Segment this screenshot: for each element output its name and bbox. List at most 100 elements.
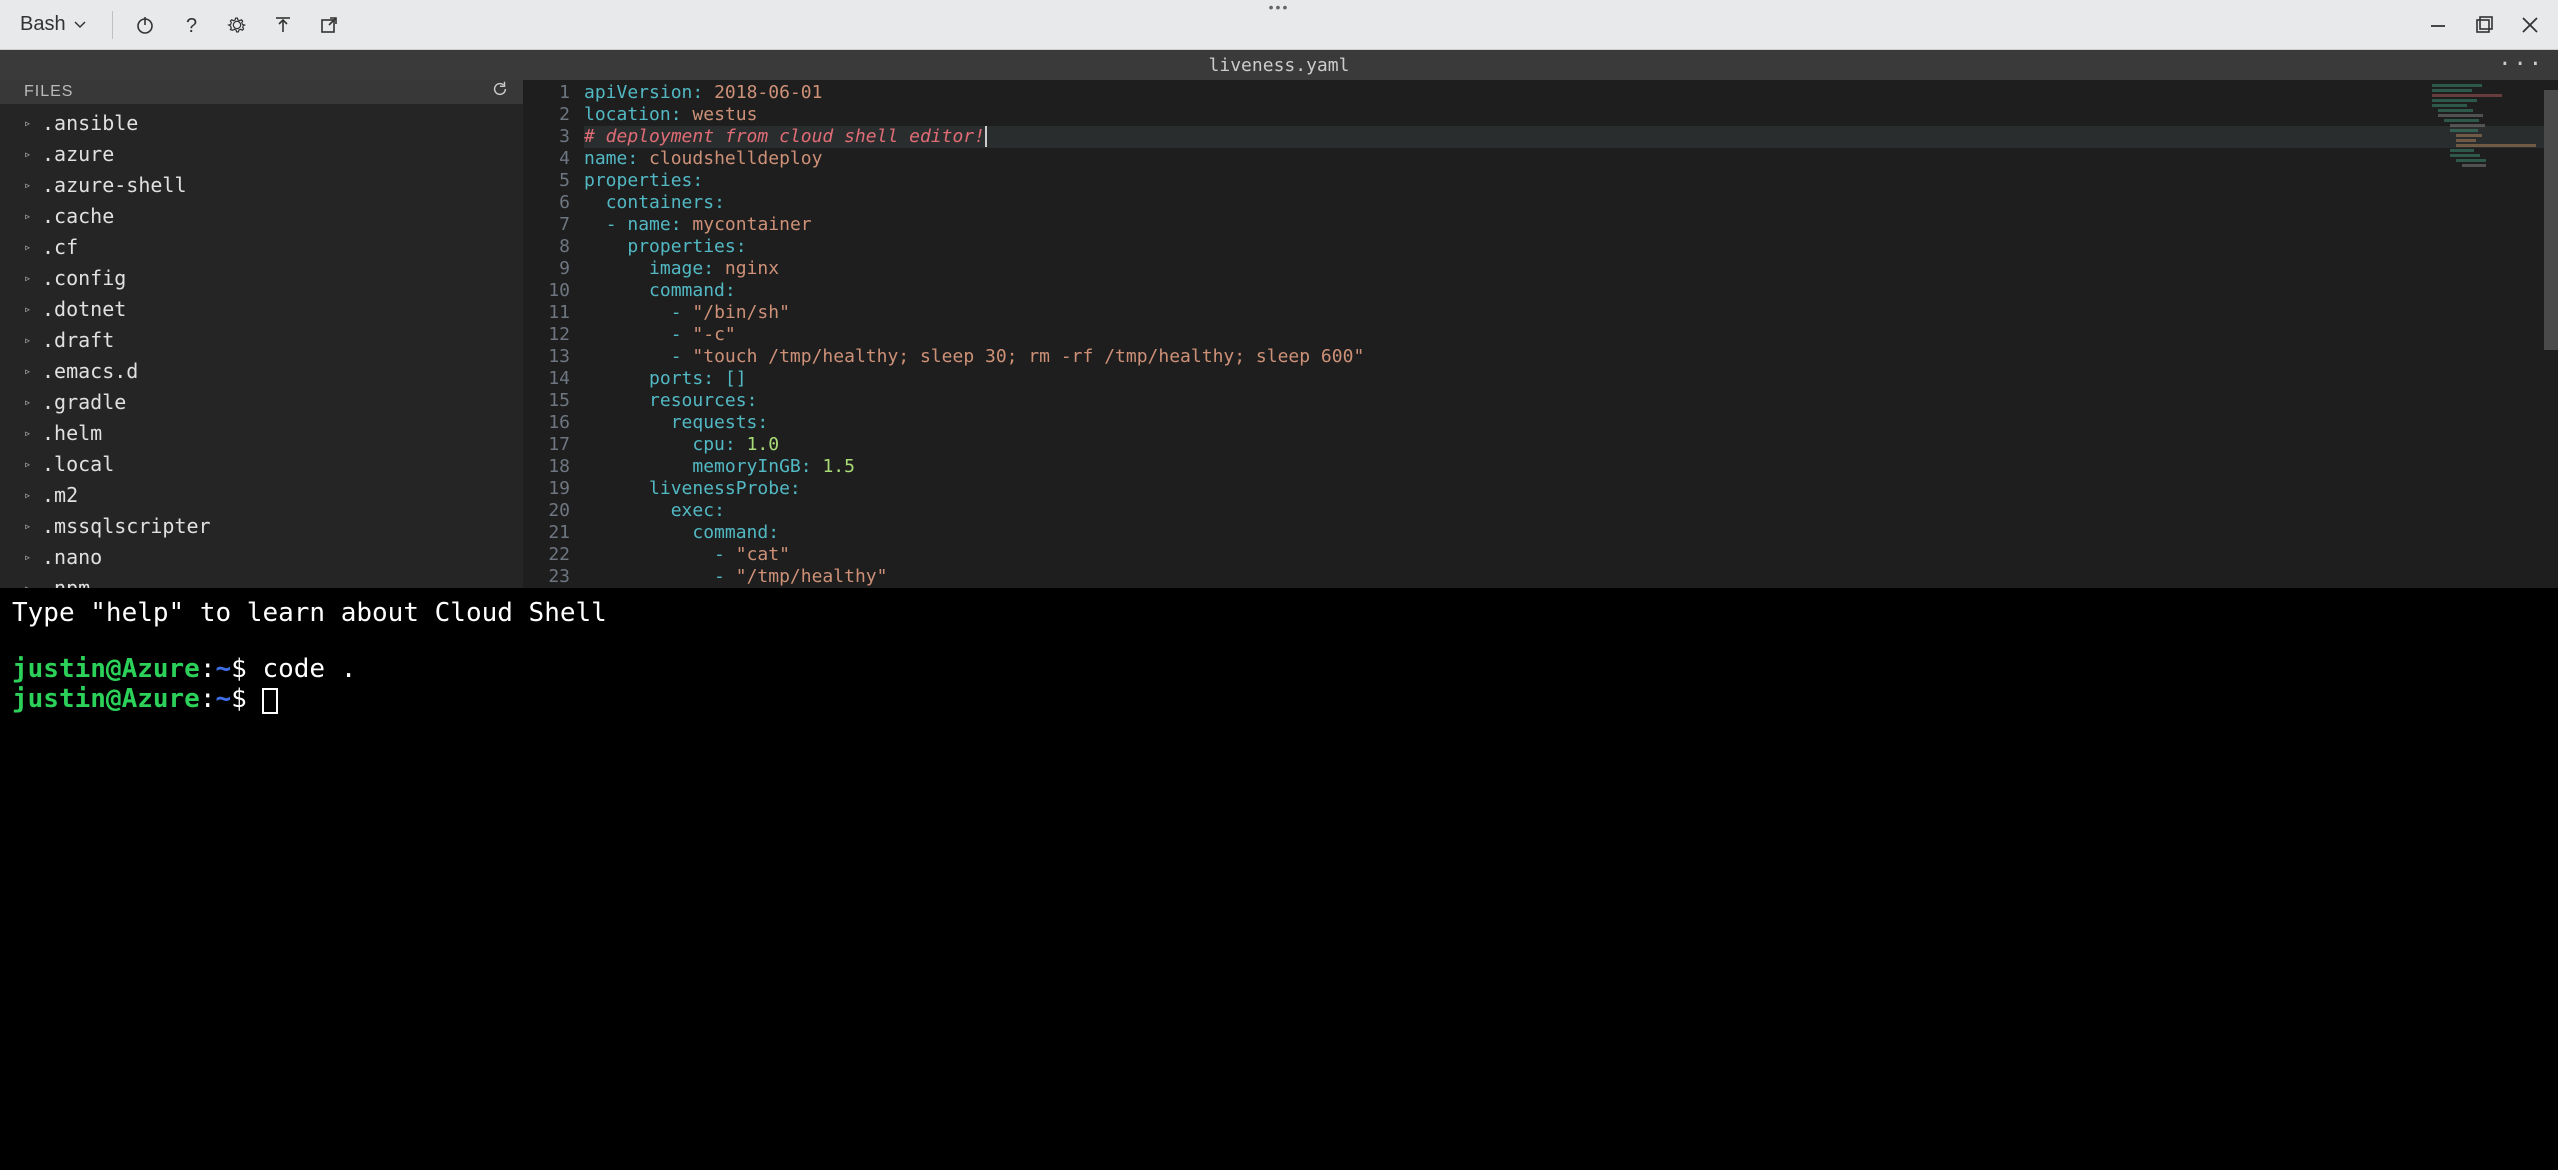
- code-line: name: cloudshelldeploy: [584, 148, 2558, 170]
- tree-item-label: .mssqlscripter: [42, 513, 211, 540]
- tree-item-label: .cf: [42, 234, 78, 261]
- tree-item-label: .azure-shell: [42, 172, 187, 199]
- tree-folder-item[interactable]: ▹.mssqlscripter: [0, 511, 523, 542]
- editor-titlebar: liveness.yaml ···: [0, 50, 2558, 80]
- tree-item-label: .azure: [42, 141, 114, 168]
- chevron-right-icon: ▹: [24, 482, 34, 509]
- tree-folder-item[interactable]: ▹ .azure-shell: [0, 170, 523, 201]
- line-number: 11: [524, 302, 570, 324]
- code-token: name: [584, 148, 627, 169]
- code-token: cloudshelldeploy: [649, 148, 822, 169]
- line-number: 3: [524, 126, 570, 148]
- tree-folder-item[interactable]: ▹.nano: [0, 542, 523, 573]
- tree-folder-item[interactable]: ▹ .gradle: [0, 387, 523, 418]
- tree-folder-item[interactable]: ▹ .dotnet: [0, 294, 523, 325]
- tree-item-label: .draft: [42, 327, 114, 354]
- chevron-right-icon: ▹: [24, 141, 34, 168]
- upload-icon: [272, 14, 294, 36]
- toolbar-divider: [112, 11, 113, 39]
- code-line: livenessProbe:: [584, 478, 2558, 500]
- code-token: "-c": [692, 324, 735, 345]
- open-external-icon: [318, 14, 340, 36]
- chevron-right-icon: ▹: [24, 172, 34, 199]
- code-token: location: [584, 104, 671, 125]
- code-content[interactable]: apiVersion: 2018-06-01location: westus# …: [584, 80, 2558, 588]
- chevron-right-icon: ▹: [24, 451, 34, 478]
- editor-scrollbar[interactable]: [2544, 80, 2558, 588]
- tree-item-label: .npm: [42, 575, 90, 588]
- close-button[interactable]: [2516, 11, 2544, 39]
- refresh-icon: [491, 80, 509, 98]
- tree-folder-item[interactable]: ▹.emacs.d: [0, 356, 523, 387]
- code-line: - "-c": [584, 324, 2558, 346]
- code-editor-panel: liveness.yaml ··· FILES ▹.ansible▹.azure…: [0, 50, 2558, 588]
- chevron-right-icon: ▹: [24, 110, 34, 137]
- tree-item-label: .dotnet: [42, 296, 126, 323]
- chevron-right-icon: ▹: [24, 203, 34, 230]
- tree-folder-item[interactable]: ▹.cache: [0, 201, 523, 232]
- terminal-panel[interactable]: Type "help" to learn about Cloud Shell j…: [0, 588, 2558, 1170]
- shell-selector-dropdown[interactable]: Bash: [14, 11, 94, 38]
- tree-item-label: .emacs.d: [42, 358, 138, 385]
- tree-item-label: .gradle: [42, 389, 126, 416]
- code-token: "/tmp/healthy": [736, 566, 888, 587]
- refresh-button[interactable]: [491, 80, 509, 103]
- tree-folder-item[interactable]: ▹.config: [0, 263, 523, 294]
- window-grip-icon: •••: [1269, 3, 1290, 11]
- code-line: containers:: [584, 192, 2558, 214]
- tree-folder-item[interactable]: ▹ .draft: [0, 325, 523, 356]
- tree-folder-item[interactable]: ▹ .azure: [0, 139, 523, 170]
- minimize-button[interactable]: [2424, 11, 2452, 39]
- line-number: 9: [524, 258, 570, 280]
- code-line: - "/tmp/healthy": [584, 566, 2558, 588]
- code-line: command:: [584, 522, 2558, 544]
- chevron-right-icon: ▹: [24, 327, 34, 354]
- upload-button[interactable]: [269, 11, 297, 39]
- line-number: 4: [524, 148, 570, 170]
- code-line: memoryInGB: 1.5: [584, 456, 2558, 478]
- line-number: 19: [524, 478, 570, 500]
- code-token: []: [725, 368, 747, 389]
- code-line: image: nginx: [584, 258, 2558, 280]
- help-button[interactable]: ?: [177, 11, 205, 39]
- line-number: 2: [524, 104, 570, 126]
- tree-item-label: .local: [42, 451, 114, 478]
- code-token: containers: [606, 192, 714, 213]
- tree-folder-item[interactable]: ▹.helm: [0, 418, 523, 449]
- code-token: memoryInGB: [692, 456, 800, 477]
- tree-folder-item[interactable]: ▹.cf: [0, 232, 523, 263]
- open-new-session-button[interactable]: [315, 11, 343, 39]
- minimap[interactable]: [2432, 84, 2542, 174]
- maximize-button[interactable]: [2470, 11, 2498, 39]
- line-number: 23: [524, 566, 570, 588]
- chevron-right-icon: ▹: [24, 575, 34, 588]
- restart-button[interactable]: [131, 11, 159, 39]
- tree-folder-item[interactable]: ▹ .npm: [0, 573, 523, 588]
- file-explorer-title: FILES: [24, 83, 73, 101]
- chevron-right-icon: ▹: [24, 389, 34, 416]
- code-token: mycontainer: [692, 214, 811, 235]
- line-number: 5: [524, 170, 570, 192]
- code-token: resources: [649, 390, 747, 411]
- code-line: properties:: [584, 170, 2558, 192]
- line-number: 10: [524, 280, 570, 302]
- close-icon: [2520, 15, 2540, 35]
- line-number: 13: [524, 346, 570, 368]
- tree-folder-item[interactable]: ▹.m2: [0, 480, 523, 511]
- code-token: 1.0: [747, 434, 780, 455]
- code-editor-area[interactable]: 1234567891011121314151617181920212223 ap…: [524, 80, 2558, 588]
- maximize-icon: [2474, 15, 2494, 35]
- line-number: 22: [524, 544, 570, 566]
- help-icon: ?: [180, 14, 202, 36]
- code-line: resources:: [584, 390, 2558, 412]
- line-number: 1: [524, 82, 570, 104]
- code-line: properties:: [584, 236, 2558, 258]
- editor-more-button[interactable]: ···: [2498, 62, 2544, 68]
- code-token: "/bin/sh": [692, 302, 790, 323]
- minimize-icon: [2428, 15, 2448, 35]
- settings-button[interactable]: [223, 11, 251, 39]
- tree-folder-item[interactable]: ▹.ansible: [0, 108, 523, 139]
- tree-folder-item[interactable]: ▹ .local: [0, 449, 523, 480]
- scrollbar-thumb[interactable]: [2544, 90, 2558, 350]
- chevron-right-icon: ▹: [24, 296, 34, 323]
